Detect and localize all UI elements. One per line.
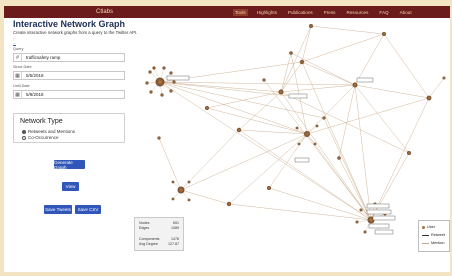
nav-item-press[interactable]: Press: [322, 9, 338, 16]
nav-item-tools[interactable]: Tools: [233, 8, 248, 16]
radio-selected-icon[interactable]: [22, 129, 26, 134]
legend-item-user: User: [422, 225, 435, 229]
calendar-icon: ▦: [14, 90, 22, 99]
radio-co-occurrence[interactable]: Co-Occurrence: [22, 135, 59, 140]
until-date-input[interactable]: ▦ 5/9/2018: [13, 90, 125, 99]
radio-unselected-icon[interactable]: [22, 135, 26, 140]
since-date-input[interactable]: ▦ 5/5/2018: [13, 71, 125, 80]
page-subtitle: Create interactive network graphs from a…: [13, 30, 138, 35]
brand-logo[interactable]: Ctlabs: [96, 9, 113, 15]
nav-item-resources[interactable]: Resources: [344, 9, 370, 16]
stat-row: Components 1476: [139, 237, 179, 241]
hash-icon: #: [14, 53, 22, 62]
nav-menu: Tools Highlights Publications Press Reso…: [233, 6, 414, 18]
top-navigation-bar: Ctlabs Tools Highlights Publications Pre…: [4, 6, 450, 18]
help-links[interactable]: ...: [13, 41, 16, 45]
nav-item-publications[interactable]: Publications: [286, 9, 315, 16]
radio-label: Retweets and Mentions: [28, 129, 76, 134]
helper-text: ...: [13, 36, 16, 40]
mention-edge-icon: [422, 242, 429, 244]
nav-item-highlights[interactable]: Highlights: [255, 9, 279, 16]
edge-layer: [158, 25, 445, 221]
query-input[interactable]: # trafficsafety ramp: [13, 53, 125, 62]
until-value: 5/9/2018: [26, 92, 44, 97]
view-button[interactable]: View: [62, 182, 79, 191]
until-label: Until Date: [13, 84, 30, 88]
query-label: Query: [13, 47, 24, 51]
generate-graph-button[interactable]: Generate Graph: [54, 160, 85, 170]
page-title: Interactive Network Graph: [13, 19, 126, 29]
since-value: 5/5/2018: [26, 73, 44, 78]
stat-row: Edges 1089: [139, 226, 179, 230]
nav-item-faq[interactable]: FAQ: [377, 9, 390, 16]
network-type-title: Network Type: [20, 118, 63, 125]
user-node-icon: [422, 225, 425, 229]
app-frame: Ctlabs Tools Highlights Publications Pre…: [4, 6, 450, 272]
radio-retweets-mentions[interactable]: Retweets and Mentions: [22, 129, 75, 134]
calendar-icon: ▦: [14, 71, 22, 80]
save-csv-button[interactable]: Save CSV: [75, 205, 101, 214]
query-value: trafficsafety ramp: [26, 55, 61, 60]
graph-legend: User Retweet Mention: [418, 220, 450, 252]
graph-stats-panel: Nodes 651 Edges 1089 Components 1476 Avg De…: [134, 217, 184, 251]
stat-row: Avg Degree 127.87: [139, 242, 179, 246]
spoke-layer: [146, 67, 386, 233]
nav-item-about[interactable]: About: [398, 9, 414, 16]
legend-item-retweet: Retweet: [422, 233, 445, 237]
legend-item-mention: Mention: [422, 241, 445, 245]
stat-row: Nodes 651: [139, 221, 179, 225]
radio-label: Co-Occurrence: [28, 135, 59, 140]
save-tweets-button[interactable]: Save Tweets: [44, 205, 72, 214]
retweet-edge-icon: [422, 234, 429, 236]
since-label: Since Date: [13, 65, 32, 69]
network-type-group: Network Type Retweets and Mentions Co-Oc…: [13, 113, 125, 143]
